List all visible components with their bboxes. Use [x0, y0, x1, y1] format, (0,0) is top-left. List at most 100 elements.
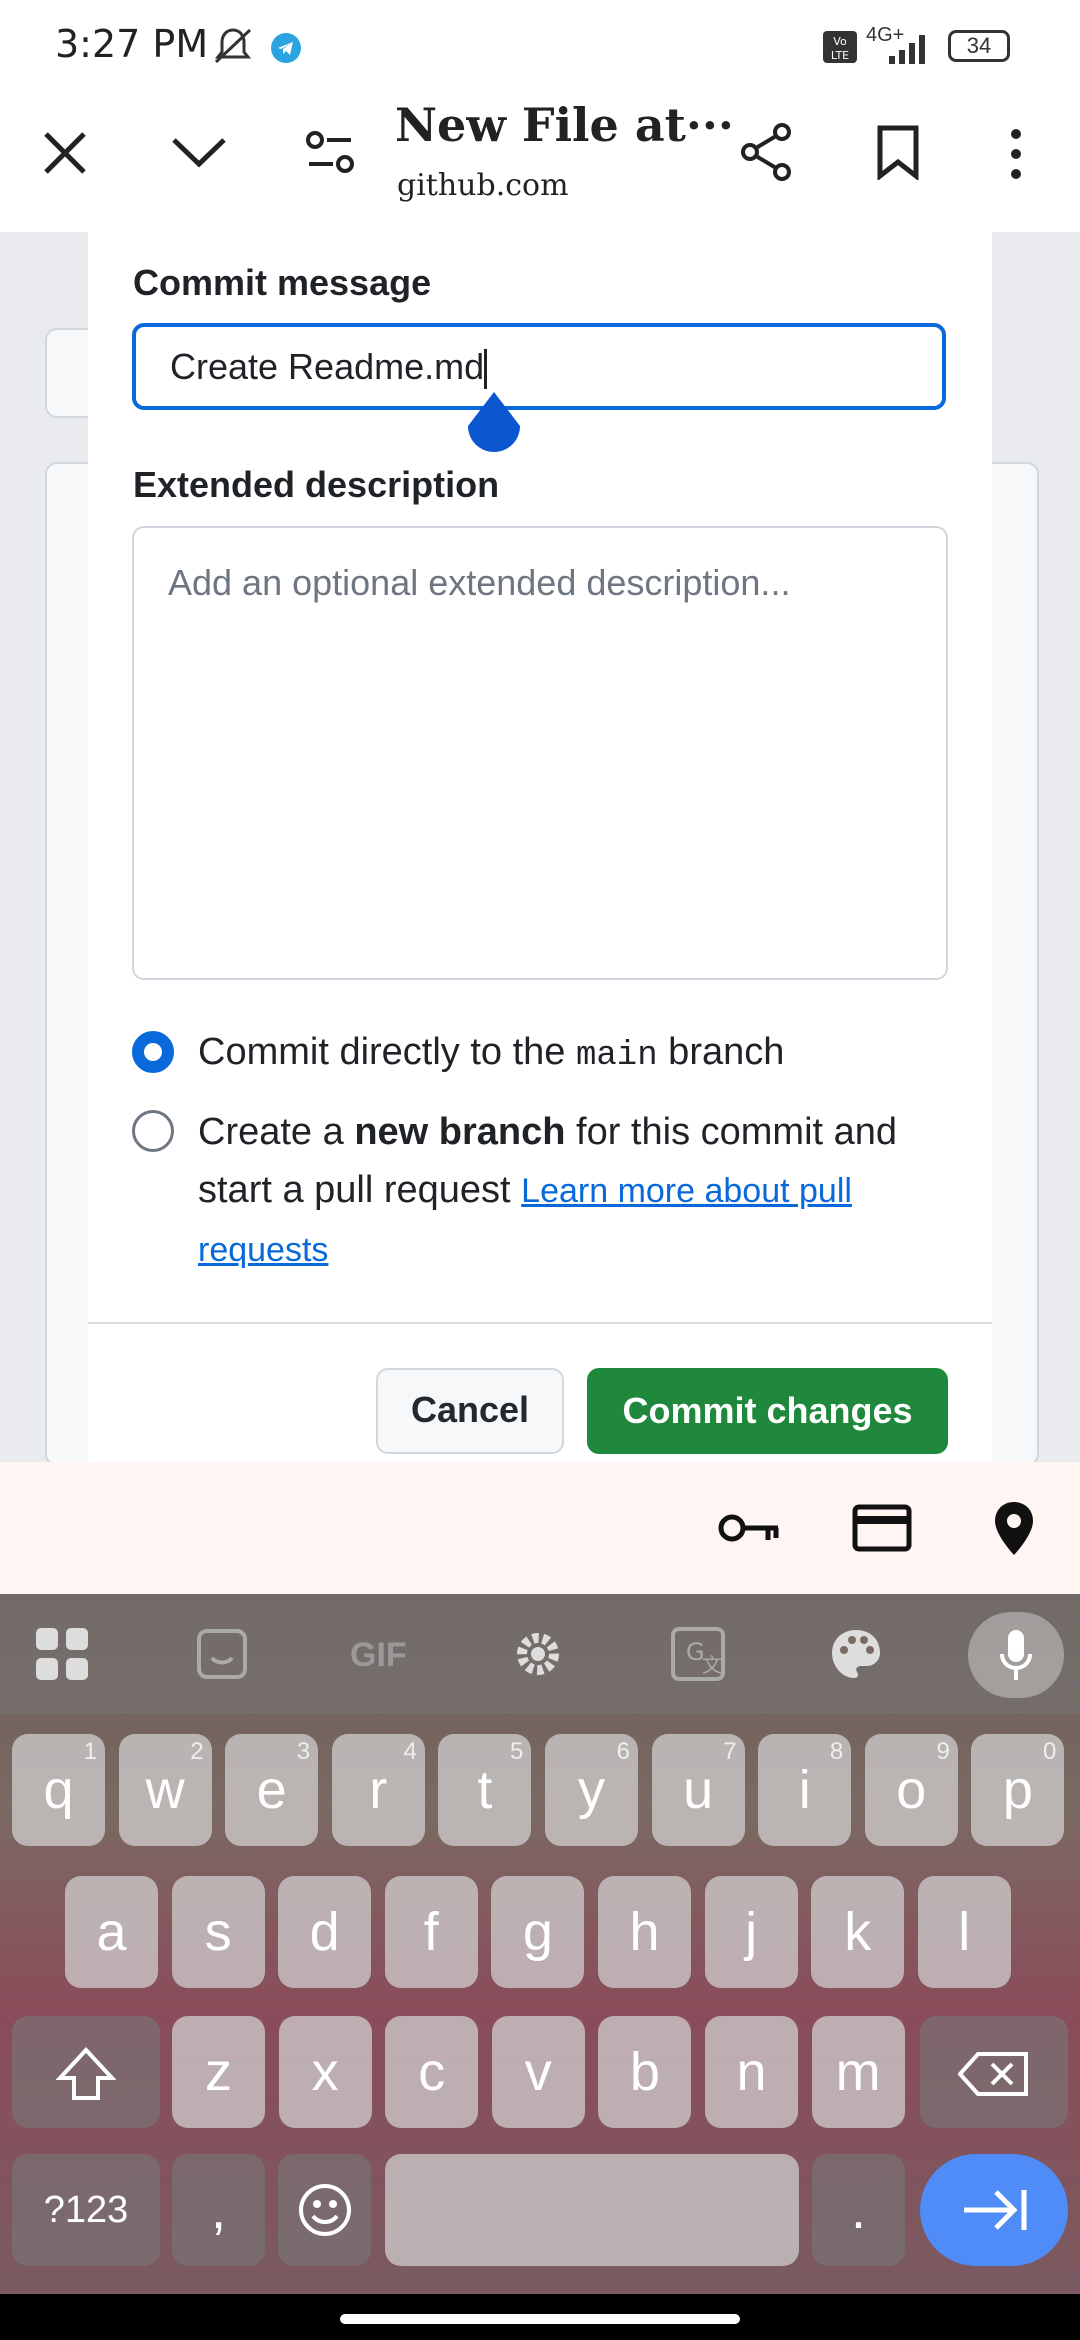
key-hint: 1: [83, 1738, 97, 1765]
key-s[interactable]: s: [171, 1876, 265, 1988]
key-u[interactable]: u7: [651, 1734, 745, 1846]
key-v[interactable]: v: [491, 2016, 585, 2128]
key-l[interactable]: l: [917, 1876, 1011, 1988]
cursor-handle-icon[interactable]: [464, 390, 524, 462]
symbols-key[interactable]: ?123: [12, 2154, 160, 2266]
key-m[interactable]: m: [811, 2016, 905, 2128]
commit-direct-option[interactable]: Commit directly to the main branch: [198, 1023, 784, 1085]
key-g[interactable]: g: [491, 1876, 585, 1988]
key-b[interactable]: b: [598, 2016, 692, 2128]
volte-icon: VoLTE: [823, 31, 857, 63]
bookmark-icon[interactable]: [876, 124, 920, 180]
chevron-down-icon[interactable]: [170, 132, 228, 172]
comma-key[interactable]: ,: [172, 2154, 265, 2266]
key-h[interactable]: h: [598, 1876, 691, 1988]
key-q[interactable]: q1: [12, 1734, 105, 1846]
commit-direct-radio[interactable]: [132, 1031, 174, 1073]
shift-key[interactable]: [12, 2016, 160, 2128]
key-hint: 6: [616, 1738, 630, 1765]
svg-text:文: 文: [702, 1653, 722, 1677]
key-icon[interactable]: [718, 1508, 782, 1548]
key-c[interactable]: c: [385, 2016, 479, 2128]
key-w[interactable]: w2: [118, 1734, 212, 1846]
key-letter: e: [256, 1760, 287, 1820]
commit-message-label: Commit message: [133, 262, 432, 303]
key-letter: y: [578, 1760, 605, 1820]
key-t[interactable]: t5: [438, 1734, 532, 1846]
gif-button[interactable]: GIF: [350, 1636, 407, 1675]
apps-grid-icon[interactable]: [34, 1626, 90, 1682]
key-hint: 0: [1043, 1738, 1057, 1765]
backspace-key[interactable]: [920, 2016, 1068, 2128]
key-x[interactable]: x: [278, 2016, 372, 2128]
page-title: New File at···: [395, 98, 734, 152]
key-r[interactable]: r4: [331, 1734, 425, 1846]
key-e[interactable]: e3: [225, 1734, 319, 1846]
option2-text: Create a: [198, 1111, 355, 1153]
svg-text:Vo: Vo: [833, 35, 847, 48]
key-letter: o: [896, 1760, 927, 1820]
key-hint: 2: [190, 1738, 204, 1765]
status-bar: 3:27 PM Vo LTE 4G+ 34: [0, 0, 1080, 96]
option2-bold: new branch: [354, 1111, 566, 1153]
commit-message-input[interactable]: Create Readme.md: [132, 323, 946, 410]
shift-icon: [55, 2047, 117, 2100]
dialog-divider: [88, 1322, 992, 1324]
key-hint: 4: [403, 1738, 417, 1765]
palette-icon[interactable]: [828, 1626, 884, 1682]
close-icon[interactable]: [40, 128, 90, 178]
extended-description-textarea[interactable]: Add an optional extended description...: [132, 526, 948, 980]
description-placeholder: Add an optional extended description...: [168, 562, 791, 603]
page-url[interactable]: github.com: [397, 168, 569, 203]
translate-icon[interactable]: G文: [670, 1626, 726, 1682]
key-p[interactable]: p0: [971, 1734, 1065, 1846]
mic-icon: [1000, 1630, 1032, 1680]
svg-text:LTE: LTE: [831, 49, 849, 62]
mic-button[interactable]: [968, 1612, 1064, 1698]
space-key[interactable]: [385, 2154, 799, 2266]
key-letter: p: [1002, 1760, 1033, 1820]
branch-name-code: main: [576, 1037, 658, 1075]
telegram-icon: [271, 33, 301, 63]
key-z[interactable]: z: [172, 2016, 265, 2128]
go-key[interactable]: [920, 2154, 1068, 2266]
key-y[interactable]: y6: [545, 1734, 638, 1846]
location-pin-icon[interactable]: [992, 1500, 1036, 1558]
page-settings-icon[interactable]: [305, 130, 355, 176]
mute-bell-icon: [214, 28, 252, 64]
emoji-key[interactable]: [278, 2154, 371, 2266]
text-cursor: [484, 349, 488, 390]
home-handle[interactable]: [340, 2314, 740, 2324]
credit-card-icon[interactable]: [852, 1504, 912, 1552]
emoji-icon: [298, 2184, 351, 2236]
backspace-icon: [957, 2052, 1028, 2096]
period-key[interactable]: .: [812, 2154, 905, 2266]
key-j[interactable]: j: [704, 1876, 798, 1988]
tab-arrow-icon: [964, 2190, 1027, 2230]
settings-icon[interactable]: [512, 1628, 564, 1680]
new-branch-radio[interactable]: [132, 1110, 174, 1152]
share-icon[interactable]: [738, 122, 794, 182]
new-branch-option[interactable]: Create a new branch for this commit and …: [198, 1103, 938, 1279]
key-letter: u: [683, 1760, 714, 1820]
cancel-button[interactable]: Cancel: [376, 1368, 564, 1454]
key-letter: r: [369, 1760, 388, 1820]
key-k[interactable]: k: [811, 1876, 905, 1988]
autofill-bar: [0, 1462, 1080, 1594]
key-d[interactable]: d: [278, 1876, 372, 1988]
key-i[interactable]: i8: [758, 1734, 852, 1846]
key-hint: 3: [296, 1738, 311, 1765]
commit-message-value: Create Readme.md: [170, 346, 485, 387]
more-vert-icon[interactable]: [1004, 126, 1028, 182]
commit-changes-button[interactable]: Commit changes: [587, 1368, 948, 1454]
key-hint: 9: [936, 1738, 950, 1765]
key-n[interactable]: n: [705, 2016, 798, 2128]
key-hint: 8: [829, 1738, 844, 1765]
battery-icon: 34: [948, 30, 1010, 62]
key-letter: i: [798, 1760, 811, 1820]
key-o[interactable]: o9: [864, 1734, 958, 1846]
sticker-icon[interactable]: [196, 1628, 248, 1680]
key-a[interactable]: a: [65, 1876, 158, 1988]
key-letter: q: [43, 1760, 74, 1820]
key-f[interactable]: f: [384, 1876, 478, 1988]
